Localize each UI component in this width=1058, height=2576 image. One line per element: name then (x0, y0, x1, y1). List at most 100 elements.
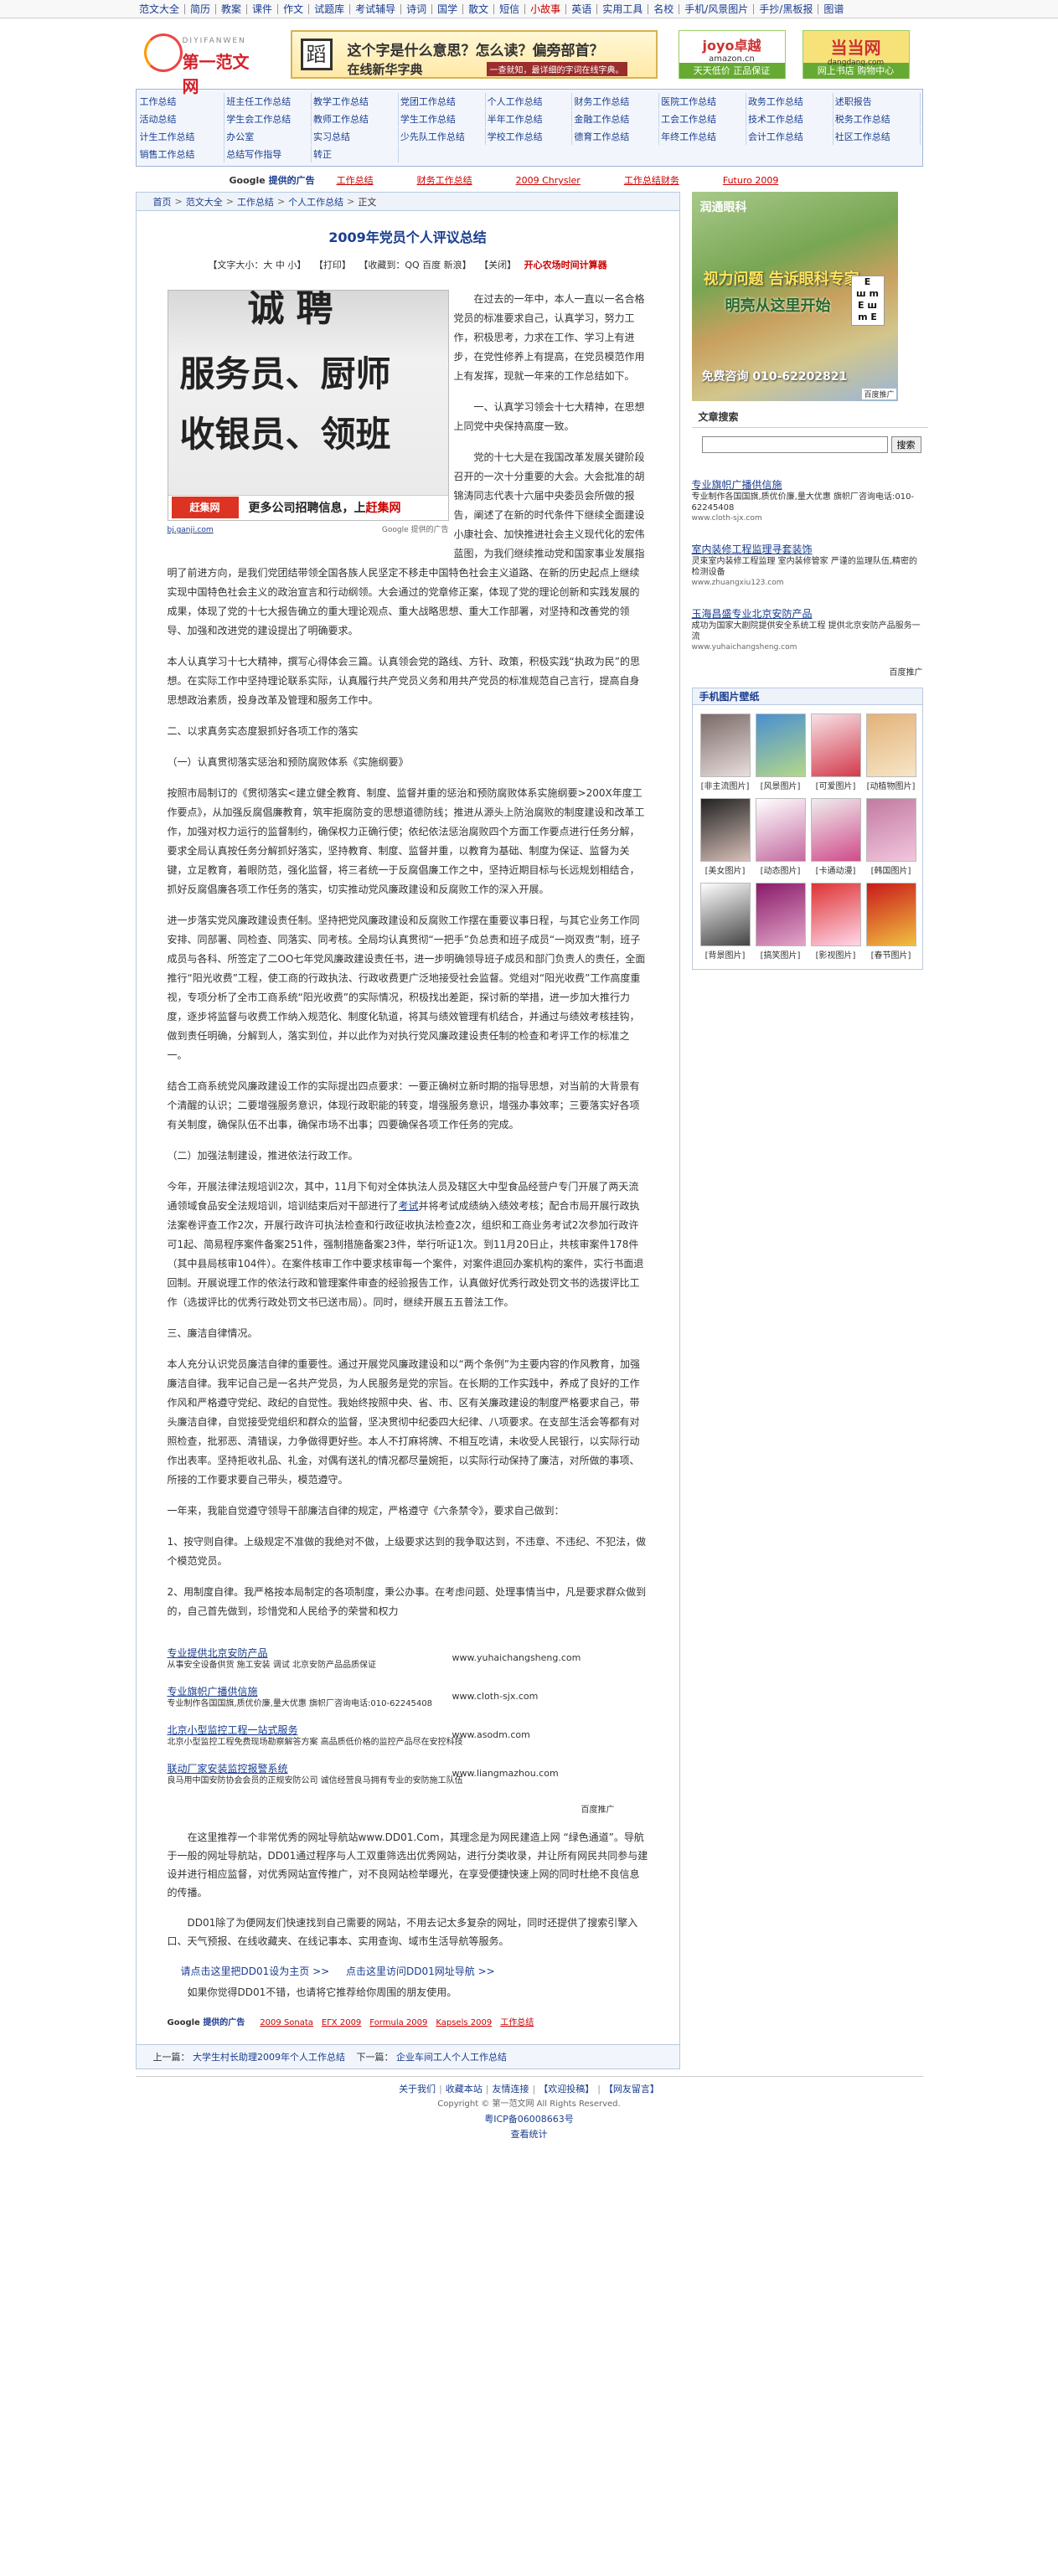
sponsored-link[interactable]: Futuro 2009 (723, 175, 778, 186)
inline-ad-title[interactable]: 专业旗帜广播供信施 (168, 1685, 648, 1698)
footer-link[interactable]: 【网友留言】 (604, 2084, 659, 2094)
wallpaper-thumb[interactable] (755, 798, 806, 862)
prev-article-link[interactable]: 大学生村长助理2009年个人工作总结 (193, 2052, 345, 2063)
wallpaper-thumb[interactable] (699, 714, 751, 777)
inline-ad-title[interactable]: 联动厂家安装监控报警系统 (168, 1762, 648, 1775)
wallpaper-item[interactable]: [春节图片] (864, 883, 919, 961)
category-link[interactable]: 学生工作总结 (399, 111, 486, 127)
exam-keyword-link[interactable]: 考试 (399, 1200, 419, 1212)
wallpaper-thumb[interactable] (755, 883, 806, 946)
sidebar-ad-url[interactable]: www.zhuangxiu123.com (692, 578, 923, 589)
wallpaper-item[interactable]: [卡通动漫] (808, 798, 864, 876)
topnav-item[interactable]: 英语 (566, 3, 598, 14)
breadcrumb-item[interactable]: 首页 (153, 195, 172, 209)
wallpaper-caption[interactable]: [可爱图片] (808, 779, 864, 791)
category-link[interactable]: 社区工作总结 (833, 128, 921, 145)
breadcrumb-item[interactable]: 工作总结 (237, 195, 274, 209)
wallpaper-item[interactable]: [风景图片] (753, 714, 808, 791)
category-link[interactable]: 金融工作总结 (572, 111, 660, 127)
dangdang-ad-banner[interactable]: 当当网dangdang.com 网上书店 购物中心 (802, 30, 910, 79)
category-link[interactable]: 技术工作总结 (746, 111, 833, 127)
wallpaper-item[interactable]: [搞笑图片] (753, 883, 808, 961)
inline-ad-url[interactable]: www.yuhaichangsheng.com (452, 1648, 581, 1667)
breadcrumb-item[interactable]: 范文大全 (186, 195, 223, 209)
sidebar-ad-title[interactable]: 室内装修工程监理寻套装饰 (692, 543, 923, 556)
sidebar-ad[interactable]: 玉海昌盛专业北京安防产品 成功为国家大剧院提供安全系统工程 提供北京安防产品服务一… (692, 607, 923, 653)
sponsored-link[interactable]: 工作总结 (337, 175, 374, 186)
wallpaper-thumb[interactable] (699, 883, 751, 946)
topnav-item[interactable]: 考试辅导 (350, 3, 402, 14)
sidebar-ad[interactable]: 专业旗帜广播供信施 专业制作各国国旗,质优价廉,量大优惠 旗帜厂咨询电话:010-… (692, 478, 923, 524)
wallpaper-caption[interactable]: [美女图片] (698, 863, 753, 876)
category-link[interactable]: 销售工作总结 (138, 146, 225, 162)
topnav-item[interactable]: 短信 (494, 3, 526, 14)
topnav-item[interactable]: 名校 (648, 3, 680, 14)
category-link[interactable]: 半年工作总结 (486, 111, 573, 127)
topnav-item[interactable]: 图谱 (818, 4, 849, 14)
category-link[interactable]: 政务工作总结 (746, 93, 833, 110)
wallpaper-item[interactable]: [影视图片] (808, 883, 864, 961)
topnav-item[interactable]: 试题库 (309, 3, 351, 14)
sponsored-link[interactable]: 财务工作总结 (417, 175, 472, 186)
wallpaper-caption[interactable]: [卡通动漫] (808, 863, 864, 876)
topnav-item[interactable]: 作文 (278, 3, 310, 14)
visit-dd01-link[interactable]: 点击这里访问DD01网址导航 >> (346, 1965, 495, 1977)
sponsored-link[interactable]: 工作总结 (500, 2013, 534, 2032)
sponsored-link[interactable]: 2009 Chrysler (516, 175, 581, 186)
category-link[interactable]: 办公室 (225, 128, 312, 145)
wallpaper-item[interactable]: [动态图片] (753, 798, 808, 876)
topnav-item[interactable]: 手抄/黑板报 (754, 3, 819, 14)
inline-ad-url[interactable]: www.asodm.com (452, 1725, 530, 1744)
category-link[interactable]: 计生工作总结 (138, 128, 225, 145)
wallpaper-thumb[interactable] (865, 798, 916, 862)
wallpaper-thumb[interactable] (755, 714, 806, 777)
category-link[interactable]: 党团工作总结 (399, 93, 486, 110)
topnav-item[interactable]: 简历 (185, 3, 217, 14)
category-link[interactable]: 财务工作总结 (572, 93, 660, 110)
wallpaper-item[interactable]: [可爱图片] (808, 714, 864, 791)
category-link[interactable]: 税务工作总结 (833, 111, 921, 127)
inline-ad[interactable]: 专业旗帜广播供信施 专业制作各国国旗,质优价廉,量大优惠 旗帜厂咨询电话:010-… (168, 1685, 648, 1723)
sidebar-ad-title[interactable]: 玉海昌盛专业北京安防产品 (692, 607, 923, 621)
wallpaper-thumb[interactable] (699, 798, 751, 862)
category-link[interactable]: 德育工作总结 (572, 128, 660, 145)
topnav-item[interactable]: 诗词 (401, 3, 433, 14)
wallpaper-item[interactable]: [动植物图片] (864, 714, 919, 791)
font-size-tool[interactable]: 【文字大小：大 中 小】 (208, 260, 306, 270)
wallpaper-caption[interactable]: [春节图片] (864, 948, 919, 961)
category-link[interactable]: 学生会工作总结 (225, 111, 312, 127)
category-link[interactable]: 医院工作总结 (659, 93, 746, 110)
wallpaper-item[interactable]: [背景图片] (698, 883, 753, 961)
category-link[interactable]: 学校工作总结 (486, 128, 573, 145)
wallpaper-caption[interactable]: [搞笑图片] (753, 948, 808, 961)
inline-ad-url[interactable]: www.liangmazhou.com (452, 1764, 559, 1783)
dictionary-ad-banner[interactable]: 蹈 这个字是什么意思？怎么读？偏旁部首？ 在线新华字典 一查就知，最详细的字词在… (290, 30, 658, 79)
topnav-item[interactable]: 小故事 (525, 3, 567, 14)
sponsored-link[interactable]: 工作总结财务 (624, 175, 679, 186)
wallpaper-item[interactable]: [非主流图片] (698, 714, 753, 791)
inline-ad[interactable]: 北京小型监控工程一站式服务 北京小型监控工程免费现场勘察解答方案 高品质低价格的监… (168, 1723, 648, 1762)
category-link[interactable]: 活动总结 (138, 111, 225, 127)
inline-ad[interactable]: 专业提供北京安防产品 从事安全设备供货 施工安装 调试 北京安防产品品质保证 www… (168, 1646, 648, 1685)
recruit-ad[interactable]: 诚聘 服务员、厨师 收银员、领班 更多公司招聘信息，上赶集网 赶集网 bj.ga… (167, 290, 449, 546)
topnav-item[interactable]: 范文大全 (134, 3, 186, 14)
topnav-item[interactable]: 实用工具 (597, 3, 649, 14)
wallpaper-thumb[interactable] (810, 714, 861, 777)
sponsored-link[interactable]: Kapsels 2009 (436, 2013, 492, 2032)
sidebar-ad[interactable]: 室内装修工程监理寻套装饰 灵束室内装修工程监理 室内装修管家 严谨的监理队伍,精密… (692, 543, 923, 589)
inline-ad-url[interactable]: www.cloth-sjx.com (452, 1687, 539, 1706)
category-link[interactable]: 工会工作总结 (659, 111, 746, 127)
site-logo[interactable]: DIYIFANWEN 第一范文网 (143, 32, 261, 96)
wallpaper-caption[interactable]: [动态图片] (753, 863, 808, 876)
wallpaper-item[interactable]: [韩国图片] (864, 798, 919, 876)
wallpaper-caption[interactable]: [非主流图片] (698, 779, 753, 791)
breadcrumb-item[interactable]: 个人工作总结 (288, 195, 343, 209)
sidebar-ad-title[interactable]: 专业旗帜广播供信施 (692, 478, 923, 492)
category-link[interactable]: 教学工作总结 (312, 93, 399, 110)
footer-link[interactable]: 收藏本站 (446, 2084, 483, 2094)
wallpaper-thumb[interactable] (865, 714, 916, 777)
topnav-item[interactable]: 散文 (463, 3, 495, 14)
recruit-ad-url[interactable]: bj.ganji.com (168, 524, 214, 536)
stats-link[interactable]: 查看统计 (511, 2129, 548, 2140)
wallpaper-thumb[interactable] (865, 883, 916, 946)
